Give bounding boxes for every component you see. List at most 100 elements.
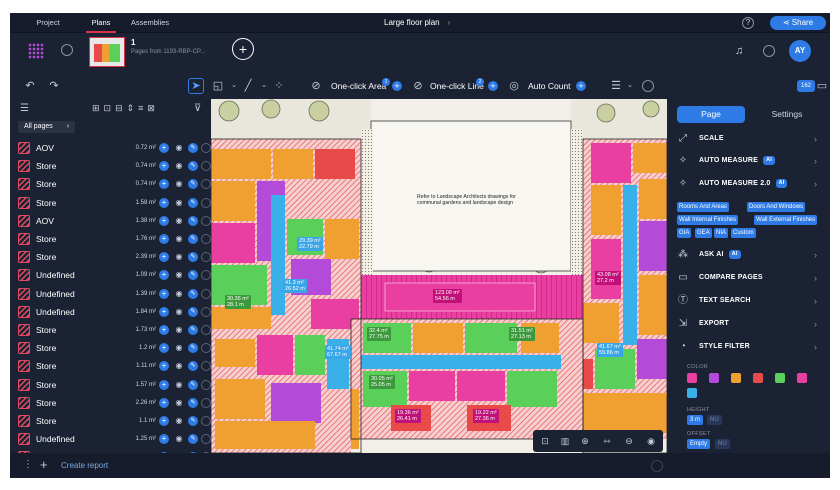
color-swatch[interactable] (709, 373, 719, 383)
text-search-item[interactable]: Ⓣ TEXT SEARCH › (677, 293, 822, 309)
room-area-tag[interactable]: 30.36 m² 28.1 m (225, 295, 251, 309)
eye-icon[interactable]: ◉ (173, 252, 185, 262)
list-item[interactable]: AOV 1.38 m² + ◉ ✎ (18, 212, 211, 230)
help-icon[interactable]: ? (742, 17, 754, 29)
room-area-tag[interactable]: 19.22 m² 27.36 m (473, 409, 499, 423)
more-icon[interactable]: ⋮ (23, 459, 33, 470)
eye-icon[interactable]: ◉ (173, 434, 185, 444)
more-icon[interactable] (201, 179, 211, 190)
compass-icon[interactable]: ◉ (645, 435, 657, 447)
zoom-in-icon[interactable]: ⊕ (579, 435, 591, 447)
fit-width-icon[interactable]: ⇿ (601, 435, 613, 447)
add-icon[interactable]: + (159, 197, 169, 208)
more-icon[interactable] (201, 234, 211, 244)
edit-icon[interactable]: ✎ (188, 161, 198, 172)
notification-bell-icon[interactable]: ♫ (735, 45, 743, 57)
more-icon[interactable] (201, 288, 211, 299)
eye-icon[interactable]: ◉ (173, 289, 185, 299)
redo-icon[interactable]: ↷ (48, 80, 60, 92)
tab-settings[interactable]: Settings (757, 106, 817, 123)
add-area-icon[interactable]: + (392, 81, 402, 91)
add-icon[interactable]: + (159, 252, 169, 263)
color-swatch[interactable] (797, 373, 807, 383)
room-area-tag[interactable]: 43.08 m² 27.2 m (595, 271, 621, 285)
eye-icon[interactable]: ◉ (173, 216, 185, 226)
map-icon[interactable]: ▥ (559, 435, 571, 447)
avatar[interactable]: AY (789, 40, 811, 62)
document-title[interactable]: Large floor plan › (384, 13, 450, 33)
auto-measure-option[interactable]: GIA (677, 228, 692, 238)
add-icon[interactable]: + (159, 179, 169, 190)
edit-icon[interactable]: ✎ (188, 234, 198, 244)
list-item[interactable]: Store 1.58 m² + ◉ ✎ (18, 194, 211, 212)
one-click-area-button[interactable]: One-click Area (331, 73, 386, 99)
list-item[interactable]: Undefined 1.84 m² + ◉ ✎ (18, 303, 211, 321)
eye-icon[interactable]: ◉ (173, 343, 185, 353)
eye-icon[interactable]: ◉ (173, 398, 185, 408)
list-item[interactable]: Undefined 1.09 m² + ◉ ✎ (18, 266, 211, 284)
add-icon[interactable]: + (159, 288, 169, 299)
offset-option[interactable]: NU (715, 439, 730, 449)
add-icon[interactable]: + (40, 457, 48, 472)
edit-icon[interactable]: ✎ (188, 416, 198, 426)
add-icon[interactable]: + (159, 416, 169, 426)
list-item[interactable]: Store 1.73 m² + ◉ ✎ (18, 321, 211, 339)
list-item[interactable]: Store 1.1 m² + ◉ ✎ (18, 412, 211, 430)
page-thumbnail[interactable] (89, 37, 125, 67)
create-report-button[interactable]: Create report (61, 453, 108, 478)
more-icon[interactable] (201, 161, 211, 172)
add-count-icon[interactable]: + (576, 81, 586, 91)
eye-icon[interactable]: ◉ (173, 234, 185, 244)
auto-measure-option[interactable]: Rooms And Areas (677, 202, 730, 212)
more-icon[interactable] (201, 361, 211, 372)
chevron-down-icon[interactable]: ⌄ (258, 80, 270, 92)
edit-icon[interactable]: ✎ (188, 197, 198, 208)
add-icon[interactable]: + (159, 434, 169, 445)
edit-icon[interactable]: ✎ (188, 343, 198, 354)
more-icon[interactable] (201, 325, 211, 335)
add-icon[interactable]: + (159, 143, 169, 153)
more-icon[interactable] (201, 434, 211, 445)
monitor-icon[interactable]: ▭ (816, 80, 828, 92)
zoom-out-icon[interactable]: ⊖ (623, 435, 635, 447)
auto-count-icon[interactable]: ◎ (508, 80, 520, 92)
edit-icon[interactable]: ✎ (188, 270, 198, 281)
tab-page[interactable]: Page (677, 106, 745, 123)
add-icon[interactable]: + (159, 397, 169, 408)
auto-count-button[interactable]: Auto Count (528, 73, 571, 99)
room-area-tag[interactable]: 41.67 m² 59.86 m (597, 343, 623, 357)
list-item[interactable]: Undefined 1.25 m² + ◉ ✎ (18, 430, 211, 448)
panel-actions-icon[interactable]: ⊞⊡⊟⇕≡⊠ (92, 103, 159, 114)
floor-plan-canvas[interactable]: Refer to Landscape Architects drawings f… (211, 99, 667, 453)
list-item[interactable]: Store 0.74 m² + ◉ ✎ (18, 175, 211, 193)
more-icon[interactable] (201, 143, 211, 153)
add-icon[interactable]: + (159, 270, 169, 281)
line-tool-icon[interactable]: ╱ (242, 80, 254, 92)
eye-icon[interactable]: ◉ (173, 161, 185, 171)
color-swatch[interactable] (731, 373, 741, 383)
auto-measure-2-item[interactable]: ✧ AUTO MEASURE 2.0 AI › (677, 176, 822, 192)
eye-icon[interactable]: ◉ (173, 361, 185, 371)
add-icon[interactable]: + (159, 215, 169, 226)
search-icon[interactable] (61, 44, 73, 56)
scale-item[interactable]: ⤢ SCALE › (677, 131, 822, 147)
add-icon[interactable]: + (159, 234, 169, 244)
eye-icon[interactable]: ◉ (173, 198, 185, 208)
add-icon[interactable]: + (159, 161, 169, 172)
eye-icon[interactable]: ◉ (173, 179, 185, 189)
list-icon[interactable]: ☰ (610, 80, 622, 92)
polygon-tool-icon[interactable]: ◱ (212, 80, 224, 92)
list-item[interactable]: Store 1.76 m² + ◉ ✎ (18, 230, 211, 248)
edit-icon[interactable]: ✎ (188, 179, 198, 190)
eye-icon[interactable]: ◉ (173, 307, 185, 317)
room-area-tag[interactable]: 30.05 m² 25.05 m (369, 375, 395, 389)
tab-assemblies[interactable]: Assemblies (130, 13, 170, 33)
add-icon[interactable]: + (159, 306, 169, 317)
add-page-button[interactable]: + (232, 38, 254, 60)
list-item[interactable]: Store 1.57 m² + ◉ ✎ (18, 376, 211, 394)
more-icon[interactable] (201, 215, 211, 226)
list-item[interactable]: Store 1.2 m²+ ◉✎ (18, 339, 211, 357)
list-item[interactable]: Store 1.11 m² + ◉ ✎ (18, 357, 211, 375)
more-icon[interactable] (201, 397, 211, 408)
edit-icon[interactable]: ✎ (188, 379, 198, 390)
